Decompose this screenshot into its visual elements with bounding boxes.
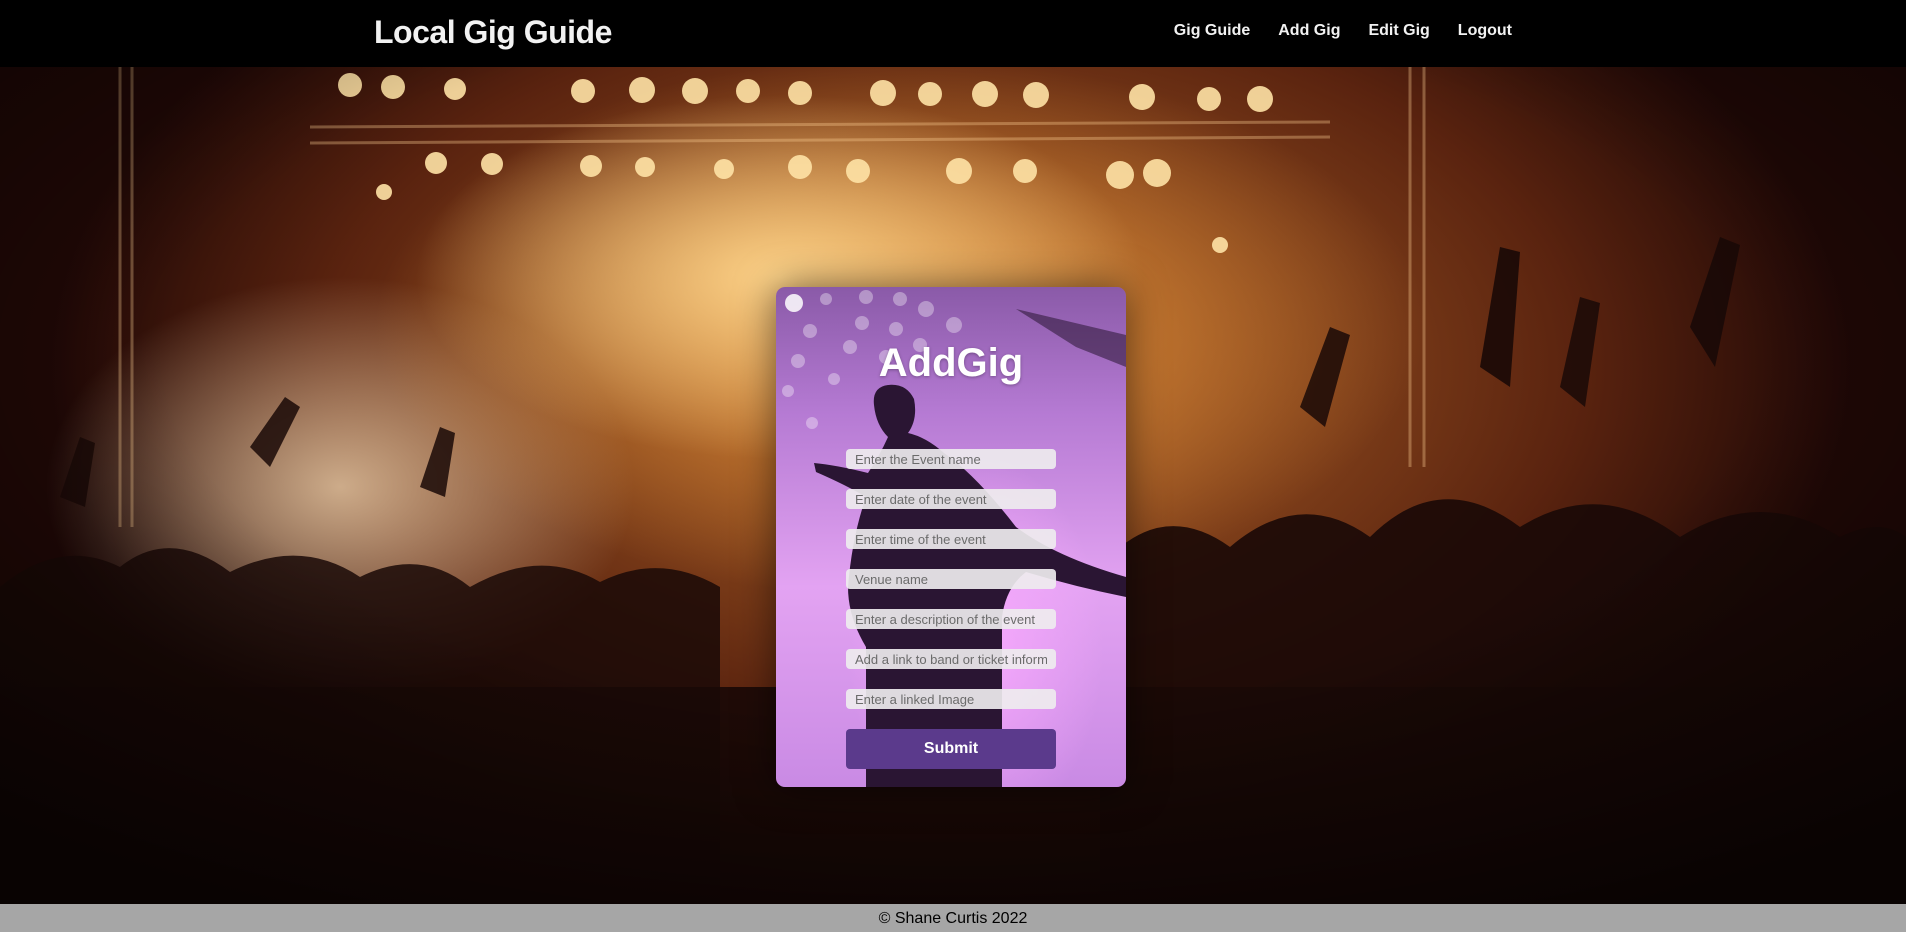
submit-button[interactable]: Submit [846, 729, 1056, 769]
event-name-input[interactable] [846, 449, 1056, 469]
link-input[interactable] [846, 649, 1056, 669]
add-gig-card: AddGig Submit [776, 287, 1126, 787]
nav-link-edit-gig[interactable]: Edit Gig [1368, 22, 1429, 40]
footer: © Shane Curtis 2022 [0, 904, 1906, 932]
description-input[interactable] [846, 609, 1056, 629]
event-date-input[interactable] [846, 489, 1056, 509]
footer-copyright: © Shane Curtis 2022 [878, 910, 1028, 927]
form-title: AddGig [878, 341, 1024, 385]
event-time-input[interactable] [846, 529, 1056, 549]
nav-links: Gig Guide Add Gig Edit Gig Logout [1174, 22, 1512, 40]
nav-link-logout[interactable]: Logout [1458, 22, 1512, 40]
navbar: Local Gig Guide Gig Guide Add Gig Edit G… [0, 0, 1906, 67]
nav-link-gig-guide[interactable]: Gig Guide [1174, 22, 1250, 40]
image-url-input[interactable] [846, 689, 1056, 709]
venue-name-input[interactable] [846, 569, 1056, 589]
page: Local Gig Guide Gig Guide Add Gig Edit G… [0, 0, 1906, 932]
nav-link-add-gig[interactable]: Add Gig [1278, 22, 1340, 40]
brand-link[interactable]: Local Gig Guide [374, 14, 612, 51]
